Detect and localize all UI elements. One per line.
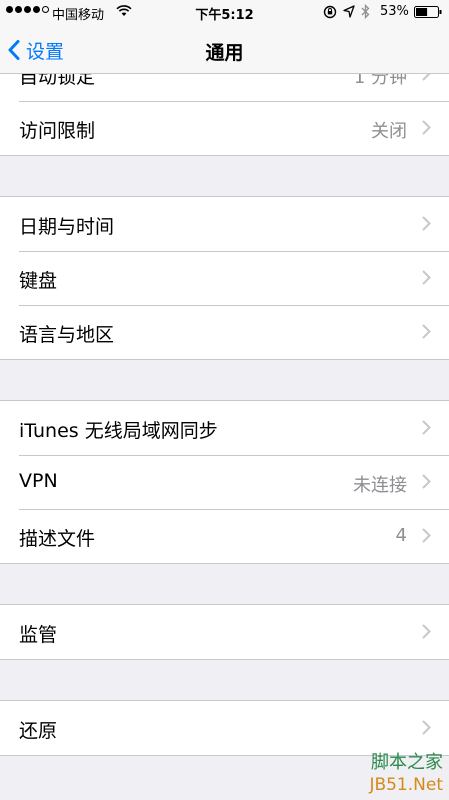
- row-date-time[interactable]: 日期与时间: [0, 197, 449, 251]
- chevron-right-icon: [422, 474, 431, 489]
- settings-list: 自动锁定 1 分钟 访问限制 关闭 日期与时间 键盘 语言与地区 iTunes …: [0, 0, 449, 800]
- chevron-right-icon: [422, 120, 431, 135]
- row-label: 访问限制: [19, 120, 96, 142]
- row-value: 未连接: [353, 475, 407, 496]
- watermark-text: 脚本之家: [371, 752, 443, 773]
- chevron-right-icon: [422, 420, 431, 435]
- row-restrictions[interactable]: 访问限制 关闭: [0, 101, 449, 155]
- row-reset[interactable]: 还原: [0, 701, 449, 755]
- row-label: VPN: [19, 470, 58, 492]
- status-bar: 中国移动 下午5:12 53%: [0, 0, 449, 24]
- watermark-domain: JB51.Net: [369, 775, 443, 795]
- group-reset: 还原: [0, 700, 449, 756]
- row-value: 关闭: [371, 121, 407, 142]
- rotation-lock-icon: [323, 5, 337, 19]
- row-language-region[interactable]: 语言与地区: [0, 305, 449, 359]
- group-itunes-vpn-profiles: iTunes 无线局域网同步 VPN 未连接 描述文件 4: [0, 400, 449, 564]
- row-label: iTunes 无线局域网同步: [19, 420, 218, 442]
- location-icon: [343, 5, 355, 18]
- row-supervision[interactable]: 监管: [0, 605, 449, 659]
- navigation-bar: 设置 通用: [0, 24, 449, 74]
- chevron-right-icon: [422, 528, 431, 543]
- page-title: 通用: [205, 42, 244, 64]
- chevron-right-icon: [422, 270, 431, 285]
- row-profiles[interactable]: 描述文件 4: [0, 509, 449, 563]
- row-label: 日期与时间: [19, 216, 115, 238]
- bluetooth-icon: [361, 4, 370, 19]
- group-supervision: 监管: [0, 604, 449, 660]
- battery-percentage: 53%: [380, 4, 409, 19]
- chevron-right-icon: [422, 324, 431, 339]
- chevron-right-icon: [422, 216, 431, 231]
- row-vpn[interactable]: VPN 未连接: [0, 455, 449, 509]
- watermark: 脚本之家 JB51.Net: [369, 752, 443, 796]
- row-keyboard[interactable]: 键盘: [0, 251, 449, 305]
- chevron-right-icon: [422, 720, 431, 735]
- row-label: 语言与地区: [19, 324, 115, 346]
- row-label: 描述文件: [19, 528, 96, 550]
- chevron-right-icon: [422, 624, 431, 639]
- battery-icon: [414, 6, 442, 18]
- row-label: 监管: [19, 624, 58, 646]
- row-value: 4: [395, 525, 407, 546]
- group-date-keyboard-language: 日期与时间 键盘 语言与地区: [0, 196, 449, 360]
- row-itunes-wifi-sync[interactable]: iTunes 无线局域网同步: [0, 401, 449, 455]
- row-label: 还原: [19, 720, 58, 742]
- row-label: 键盘: [19, 270, 58, 292]
